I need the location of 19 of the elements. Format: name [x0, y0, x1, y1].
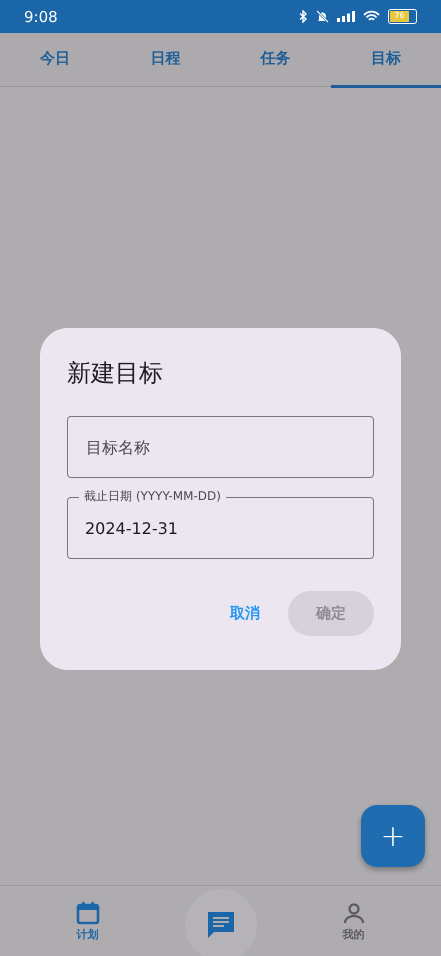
tab[interactable]: 任务	[220, 33, 331, 88]
wifi-icon	[363, 10, 380, 23]
tab[interactable]: 日程	[110, 33, 220, 88]
calendar-icon	[76, 900, 100, 924]
input-field[interactable]: 目标名称	[67, 416, 374, 478]
battery-icon: 76	[388, 9, 417, 24]
nav-item[interactable]: 计划	[70, 900, 106, 942]
muted-bell-icon	[316, 10, 329, 23]
bluetooth-icon	[298, 10, 308, 23]
field-label: 截止日期 (YYYY-MM-DD)	[79, 488, 226, 505]
person-icon	[342, 900, 366, 924]
add-button[interactable]: +	[361, 805, 425, 867]
tab[interactable]: 目标	[330, 33, 441, 88]
status-time: 9:08	[24, 8, 58, 26]
dialog-title: 新建目标	[67, 358, 164, 389]
nav-item[interactable]: 我的	[336, 900, 372, 942]
signal-icon	[337, 11, 355, 22]
cancel-button[interactable]: 取消	[218, 594, 272, 633]
tab[interactable]: 今日	[0, 33, 110, 88]
